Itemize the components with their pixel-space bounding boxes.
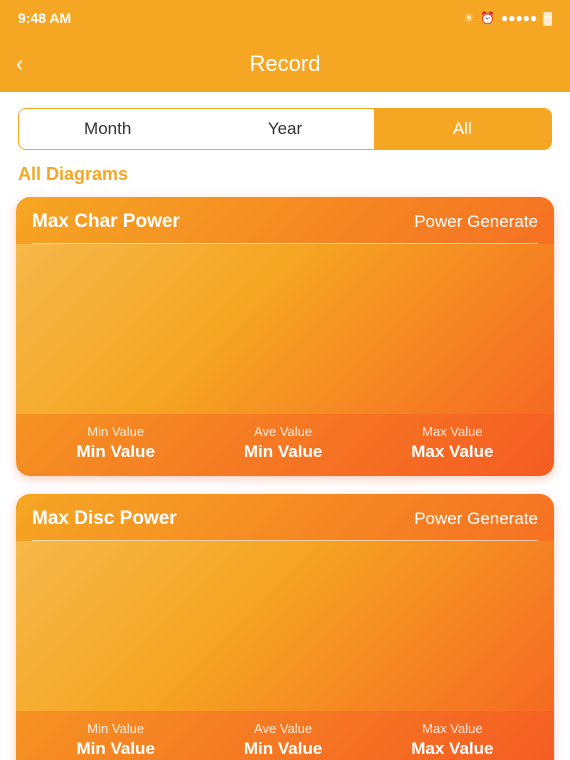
- stat-max-value-disc: Max Value: [411, 739, 493, 759]
- battery-icon: ▓: [543, 11, 552, 25]
- stat-max-label-disc: Max Value: [422, 721, 482, 736]
- stats-row-disc: Min Value Min Value Ave Value Min Value …: [16, 711, 554, 760]
- chart-area-char: [16, 244, 554, 414]
- stat-max-value-char: Max Value: [411, 442, 493, 462]
- stat-min-disc: Min Value Min Value: [76, 721, 154, 759]
- main-content: Month Year All All Diagrams Max Char Pow…: [0, 92, 570, 760]
- stat-ave-char: Ave Value Min Value: [244, 424, 322, 462]
- disc-power-card: Max Disc Power Power Generate Min Value …: [16, 494, 554, 760]
- stat-ave-label-disc: Ave Value: [254, 721, 312, 736]
- stat-ave-label-char: Ave Value: [254, 424, 312, 439]
- card-title-char: Max Char Power: [32, 211, 180, 233]
- stat-min-value-char: Min Value: [76, 442, 154, 462]
- header: ‹ Record: [0, 36, 570, 92]
- stat-ave-disc: Ave Value Min Value: [244, 721, 322, 759]
- tab-bar: Month Year All: [18, 108, 552, 150]
- stats-row-char: Min Value Min Value Ave Value Min Value …: [16, 414, 554, 476]
- status-bar: 9:48 AM ✳ ⏰ ●●●●● ▓: [0, 0, 570, 36]
- stat-min-label-char: Min Value: [87, 424, 144, 439]
- stat-ave-value-char: Min Value: [244, 442, 322, 462]
- stat-min-value-disc: Min Value: [76, 739, 154, 759]
- section-title: All Diagrams: [0, 164, 570, 197]
- signal-icon: ●●●●●: [501, 11, 537, 25]
- stat-max-disc: Max Value Max Value: [411, 721, 493, 759]
- back-button[interactable]: ‹: [16, 51, 23, 77]
- card-subtitle-disc: Power Generate: [414, 509, 538, 529]
- tab-all[interactable]: All: [374, 109, 551, 149]
- card-header-char: Max Char Power Power Generate: [16, 197, 554, 243]
- tab-month[interactable]: Month: [19, 109, 196, 149]
- page-title: Record: [250, 51, 321, 77]
- stat-max-char: Max Value Max Value: [411, 424, 493, 462]
- stat-max-label-char: Max Value: [422, 424, 482, 439]
- stat-min-label-disc: Min Value: [87, 721, 144, 736]
- status-time: 9:48 AM: [18, 10, 71, 26]
- stat-ave-value-disc: Min Value: [244, 739, 322, 759]
- char-power-card: Max Char Power Power Generate Min Value …: [16, 197, 554, 476]
- alarm-icon: ⏰: [480, 11, 495, 25]
- card-subtitle-char: Power Generate: [414, 212, 538, 232]
- status-icons: ✳ ⏰ ●●●●● ▓: [464, 11, 552, 25]
- stat-min-char: Min Value Min Value: [76, 424, 154, 462]
- card-header-disc: Max Disc Power Power Generate: [16, 494, 554, 540]
- card-title-disc: Max Disc Power: [32, 508, 177, 530]
- bluetooth-icon: ✳: [464, 11, 474, 25]
- tab-year[interactable]: Year: [196, 109, 373, 149]
- chart-area-disc: [16, 541, 554, 711]
